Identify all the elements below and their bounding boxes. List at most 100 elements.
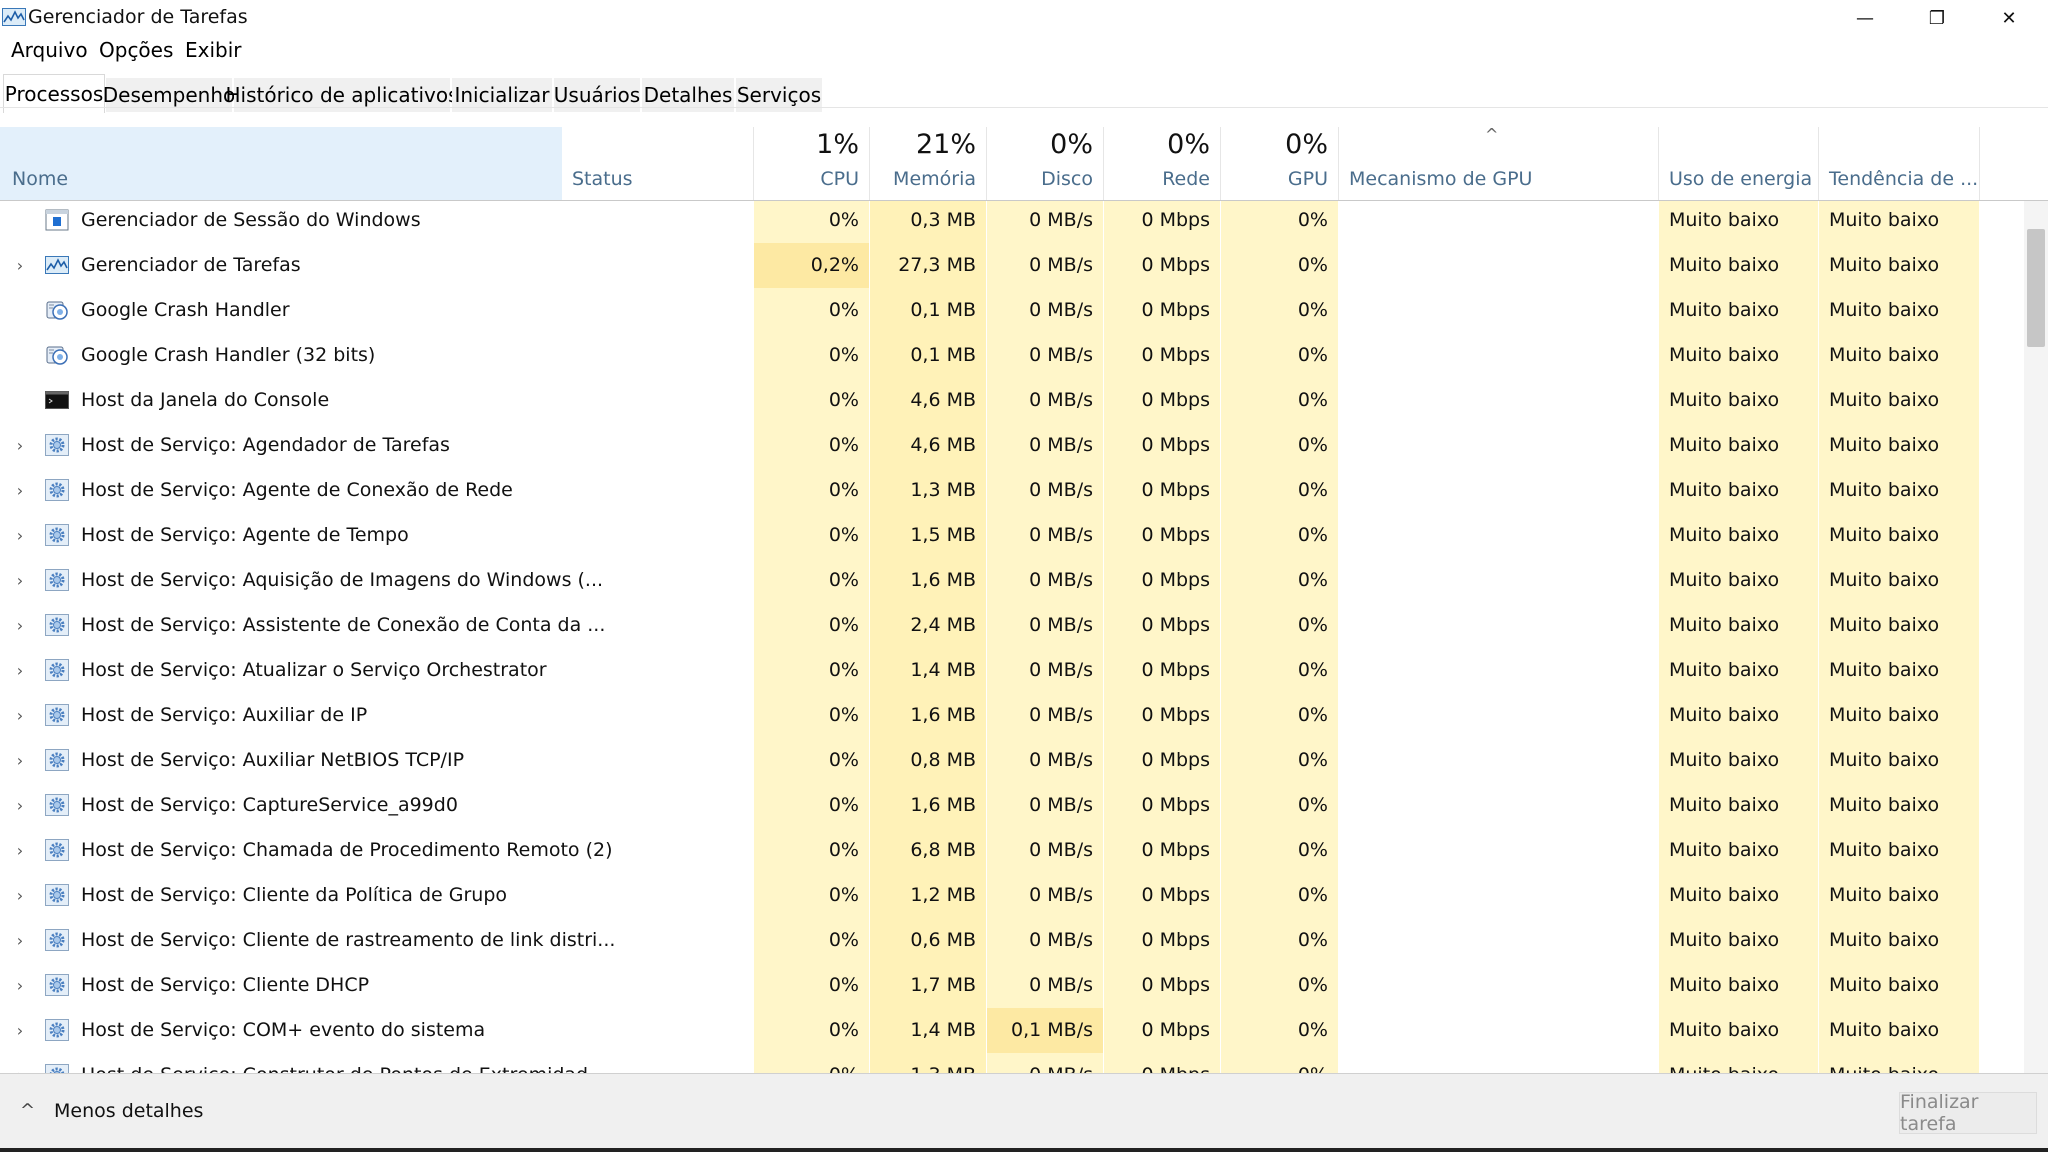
- memory-value: 1,6 MB: [910, 704, 976, 726]
- table-row[interactable]: › Host de Serviço: Auxiliar de IP 0% 1,6 MB…: [0, 693, 2024, 738]
- network-value: 0 Mbps: [1141, 749, 1210, 771]
- cpu-value: 0%: [828, 299, 859, 321]
- chevron-right-icon[interactable]: ›: [12, 738, 28, 783]
- gear-icon: [45, 839, 69, 861]
- table-row[interactable]: › Host de Serviço: Cliente de rastreament…: [0, 918, 2024, 963]
- chevron-right-icon[interactable]: ›: [12, 648, 28, 693]
- table-row[interactable]: › Host de Serviço: Aquisição de Imagens d…: [0, 558, 2024, 603]
- gpu-value: 0%: [1297, 479, 1328, 501]
- chevron-right-icon[interactable]: ›: [12, 963, 28, 1008]
- table-row[interactable]: › Host de Serviço: Chamada de Procediment…: [0, 828, 2024, 873]
- cpu-value: 0%: [828, 344, 859, 366]
- chevron-right-icon[interactable]: ›: [12, 693, 28, 738]
- column-nome[interactable]: Nome: [0, 127, 562, 200]
- chevron-right-icon[interactable]: ›: [12, 783, 28, 828]
- table-row[interactable]: › Host de Serviço: Agendador de Tarefas 0%…: [0, 423, 2024, 468]
- gear-icon: [45, 704, 69, 726]
- menu-arquivo[interactable]: Arquivo: [11, 38, 88, 62]
- maximize-button[interactable]: ❐: [1902, 0, 1972, 36]
- table-row[interactable]: › Host de Serviço: Atualizar o Serviço Or…: [0, 648, 2024, 693]
- chevron-right-icon[interactable]: ›: [12, 603, 28, 648]
- table-row[interactable]: › Host de Serviço: COM+ evento do sistema…: [0, 1008, 2024, 1053]
- gear-icon: [45, 749, 69, 771]
- menu-exibir[interactable]: Exibir: [185, 38, 242, 62]
- cpu-value: 0%: [828, 794, 859, 816]
- gpu-total: 0%: [1285, 129, 1328, 160]
- chevron-right-icon[interactable]: ›: [12, 558, 28, 603]
- table-row[interactable]: › Host de Serviço: Construtor de Pontos d…: [0, 1053, 2024, 1073]
- column-memoria[interactable]: 21% Memória: [870, 127, 986, 200]
- gpu-value: 0%: [1297, 974, 1328, 996]
- column-trend[interactable]: Tendência de ...: [1819, 127, 1979, 200]
- trend-value: Muito baixo: [1829, 1053, 1939, 1073]
- power-value: Muito baixo: [1669, 929, 1780, 951]
- gpu-value: 0%: [1297, 614, 1328, 636]
- column-cpu[interactable]: 1% CPU: [754, 127, 869, 200]
- memory-value: 0,1 MB: [910, 344, 976, 366]
- chevron-right-icon[interactable]: ›: [12, 873, 28, 918]
- column-gpu-engine[interactable]: Mecanismo de GPU: [1339, 127, 1658, 200]
- process-name: Google Crash Handler: [81, 299, 290, 321]
- table-row[interactable]: Gerenciador de Sessão do Windows 0% 0,3 MB…: [0, 201, 2024, 243]
- process-name: Host de Serviço: Agente de Tempo: [81, 524, 409, 546]
- process-name: Host de Serviço: Cliente da Política de …: [81, 884, 508, 906]
- network-value: 0 Mbps: [1141, 569, 1210, 591]
- table-row[interactable]: › Host de Serviço: Auxiliar NetBIOS TCP/I…: [0, 738, 2024, 783]
- gear-icon: [45, 434, 69, 456]
- disk-value: 0 MB/s: [1029, 974, 1093, 996]
- chevron-up-icon[interactable]: ^: [20, 1100, 35, 1121]
- table-row[interactable]: › Host de Serviço: Assistente de Conexão …: [0, 603, 2024, 648]
- power-value: Muito baixo: [1669, 1019, 1780, 1041]
- table-row[interactable]: Google Crash Handler (32 bits) 0% 0,1 MB 0 …: [0, 333, 2024, 378]
- gpu-value: 0%: [1297, 344, 1328, 366]
- menu-opcoes[interactable]: Opções: [99, 38, 173, 62]
- chevron-right-icon[interactable]: ›: [12, 918, 28, 963]
- end-task-button[interactable]: Finalizar tarefa: [1899, 1091, 2037, 1135]
- session-icon: [45, 209, 69, 231]
- chevron-right-icon[interactable]: ›: [12, 828, 28, 873]
- table-row[interactable]: › Gerenciador de Tarefas 0,2% 27,3 MB 0 MB/s…: [0, 243, 2024, 288]
- column-disco[interactable]: 0% Disco: [987, 127, 1103, 200]
- chevron-right-icon[interactable]: ›: [12, 1008, 28, 1053]
- memory-value: 2,4 MB: [910, 614, 976, 636]
- disk-value: 0 MB/s: [1029, 209, 1093, 231]
- taskmgr-icon: [45, 254, 69, 276]
- table-row[interactable]: › Host de Serviço: Cliente da Política de…: [0, 873, 2024, 918]
- memory-value: 0,6 MB: [910, 929, 976, 951]
- column-power[interactable]: Uso de energia: [1659, 127, 1818, 200]
- cpu-value: 0%: [828, 614, 859, 636]
- network-value: 0 Mbps: [1141, 254, 1210, 276]
- column-rede[interactable]: 0% Rede: [1104, 127, 1220, 200]
- disk-value: 0 MB/s: [1029, 749, 1093, 771]
- table-row[interactable]: › Host de Serviço: Cliente DHCP 0% 1,7 MB 0 …: [0, 963, 2024, 1008]
- cpu-value: 0,2%: [810, 254, 859, 276]
- less-details-link[interactable]: Menos detalhes: [54, 1100, 203, 1122]
- cpu-value: 0%: [828, 884, 859, 906]
- vertical-scrollbar[interactable]: [2024, 201, 2048, 1073]
- table-row[interactable]: › Host de Serviço: Agente de Conexão de R…: [0, 468, 2024, 513]
- gpu-value: 0%: [1297, 659, 1328, 681]
- chevron-right-icon[interactable]: ›: [12, 1053, 28, 1073]
- disk-value: 0 MB/s: [1029, 884, 1093, 906]
- table-row[interactable]: Host da Janela do Console 0% 4,6 MB 0 MB/s 0…: [0, 378, 2024, 423]
- column-gpu[interactable]: 0% GPU: [1221, 127, 1338, 200]
- network-value: 0 Mbps: [1141, 299, 1210, 321]
- chevron-right-icon[interactable]: ›: [12, 243, 28, 288]
- power-value: Muito baixo: [1669, 569, 1780, 591]
- network-value: 0 Mbps: [1141, 344, 1210, 366]
- power-value: Muito baixo: [1669, 839, 1780, 861]
- trend-value: Muito baixo: [1829, 254, 1940, 276]
- column-status[interactable]: Status: [563, 127, 753, 200]
- chevron-right-icon[interactable]: ›: [12, 513, 28, 558]
- scrollbar-thumb[interactable]: [2027, 229, 2045, 347]
- chevron-right-icon[interactable]: ›: [12, 423, 28, 468]
- disk-value: 0 MB/s: [1029, 794, 1093, 816]
- network-value: 0 Mbps: [1141, 434, 1210, 456]
- table-row[interactable]: › Host de Serviço: Agente de Tempo 0% 1,5 M…: [0, 513, 2024, 558]
- chevron-right-icon[interactable]: ›: [12, 468, 28, 513]
- table-row[interactable]: Google Crash Handler 0% 0,1 MB 0 MB/s 0 Mbps…: [0, 288, 2024, 333]
- close-button[interactable]: ✕: [1974, 0, 2044, 36]
- table-row[interactable]: › Host de Serviço: CaptureService_a99d0 0%…: [0, 783, 2024, 828]
- minimize-button[interactable]: —: [1830, 0, 1900, 36]
- trend-value: Muito baixo: [1829, 299, 1940, 321]
